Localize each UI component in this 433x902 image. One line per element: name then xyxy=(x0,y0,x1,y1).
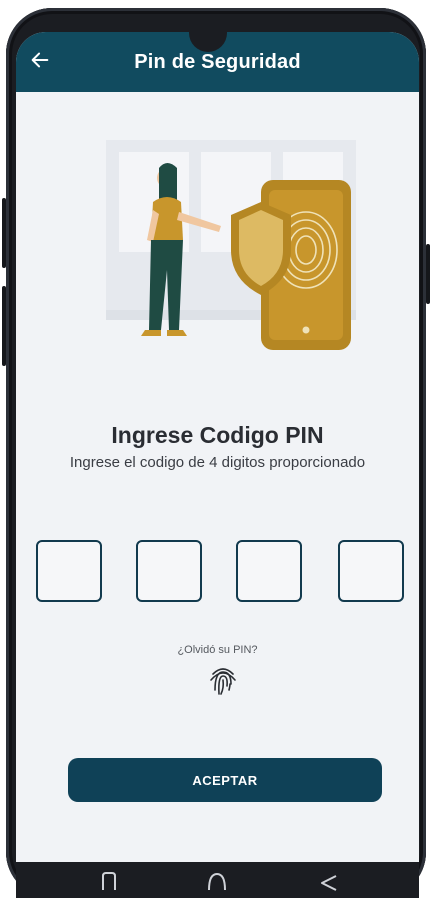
pin-digit-1[interactable] xyxy=(36,540,102,602)
forgot-pin-link[interactable]: ¿Olvidó su PIN? xyxy=(16,644,419,656)
fingerprint-icon[interactable] xyxy=(203,660,243,700)
back-triangle-icon[interactable] xyxy=(316,868,342,894)
pin-input-group xyxy=(36,540,416,606)
pin-title: Ingrese Codigo PIN xyxy=(111,422,324,448)
back-button[interactable] xyxy=(24,44,56,76)
phone-frame: Pin de Seguridad Ingrese Codigo PIN Ingr… xyxy=(2,8,430,898)
power-button xyxy=(2,286,6,366)
page-title: Pin de Seguridad xyxy=(134,50,301,73)
pin-digit-4[interactable] xyxy=(338,540,404,602)
pin-subtitle: Ingrese el codigo de 4 digitos proporcio… xyxy=(69,454,366,471)
security-illustration xyxy=(106,140,356,350)
side-button xyxy=(426,244,430,304)
home-icon[interactable] xyxy=(204,868,230,894)
screen: Pin de Seguridad Ingrese Codigo PIN Ingr… xyxy=(16,32,419,862)
navigation-bar xyxy=(16,862,419,898)
arrow-left-icon xyxy=(31,52,49,68)
pin-digit-2[interactable] xyxy=(136,540,202,602)
accept-button[interactable]: ACEPTAR xyxy=(68,758,382,802)
recent-apps-icon[interactable] xyxy=(96,868,122,894)
volume-button xyxy=(2,198,6,268)
pin-digit-3[interactable] xyxy=(236,540,302,602)
